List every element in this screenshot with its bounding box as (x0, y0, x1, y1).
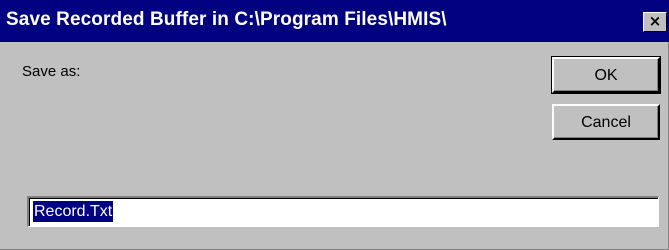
title-bar[interactable]: Save Recorded Buffer in C:\Program Files… (0, 0, 669, 42)
ok-button[interactable]: OK (551, 56, 661, 94)
save-as-label: Save as: (22, 63, 81, 80)
cancel-button[interactable]: Cancel (552, 104, 660, 140)
window-title: Save Recorded Buffer in C:\Program Files… (6, 9, 447, 30)
close-icon: × (648, 12, 662, 30)
filename-value: Record.Txt (33, 201, 114, 222)
filename-input[interactable]: Record.Txt (27, 196, 659, 227)
save-dialog: Save Recorded Buffer in C:\Program Files… (0, 0, 669, 250)
close-button[interactable]: × (643, 12, 667, 32)
